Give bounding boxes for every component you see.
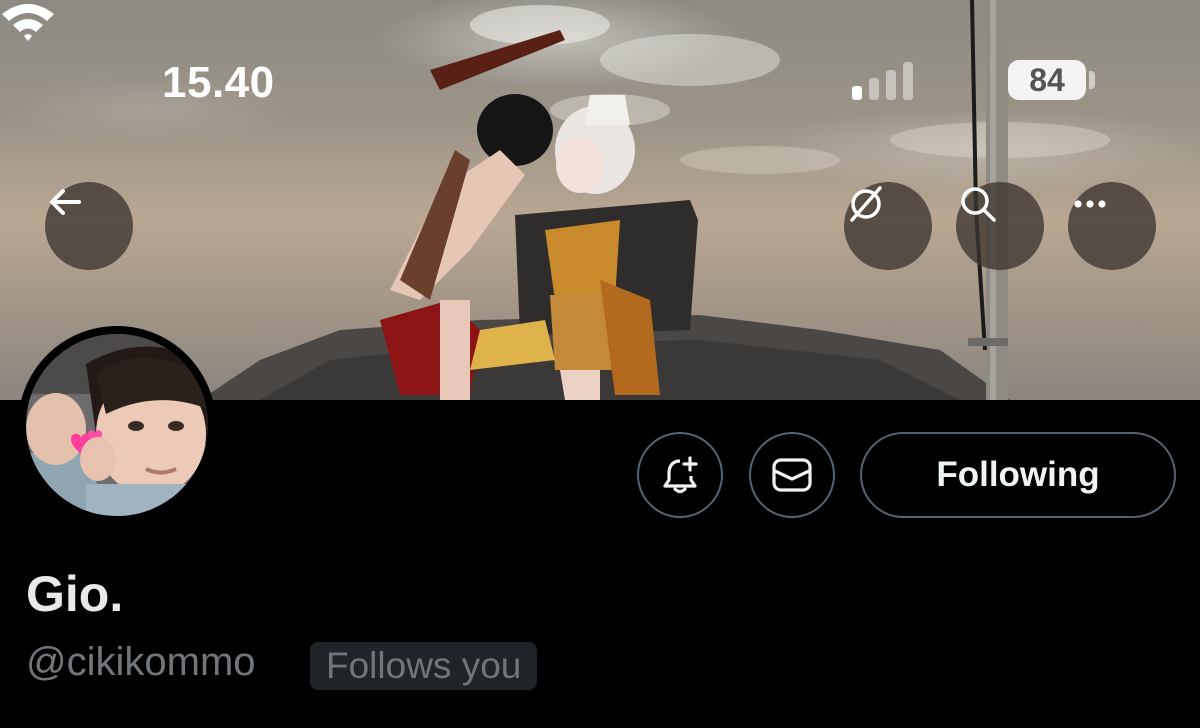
- envelope-icon: [772, 458, 812, 492]
- wifi-icon: [2, 4, 54, 41]
- battery-indicator: 84: [1008, 60, 1086, 100]
- bell-plus-icon: [663, 456, 698, 494]
- cellular-signal-icon: [852, 62, 914, 100]
- profile-handle: @cikikommo: [26, 640, 256, 684]
- translate-button[interactable]: [844, 182, 932, 270]
- notifications-button[interactable]: [637, 432, 723, 518]
- more-horizontal-icon: [1074, 200, 1106, 208]
- profile-avatar[interactable]: [18, 326, 216, 524]
- slashed-globe-icon: [850, 186, 882, 222]
- status-bar-time: 15.40: [162, 58, 275, 107]
- follows-you-badge: Follows you: [310, 642, 538, 690]
- back-button[interactable]: [45, 182, 133, 270]
- arrow-left-icon: [50, 189, 81, 215]
- profile-banner[interactable]: 15.40 84: [0, 0, 1200, 400]
- avatar-photo: [26, 334, 208, 516]
- following-button[interactable]: Following: [860, 432, 1176, 518]
- search-button[interactable]: [956, 182, 1044, 270]
- profile-display-name: Gio.: [26, 566, 124, 622]
- more-button[interactable]: [1068, 182, 1156, 270]
- message-button[interactable]: [749, 432, 835, 518]
- battery-tip: [1089, 71, 1095, 89]
- search-icon: [961, 187, 996, 222]
